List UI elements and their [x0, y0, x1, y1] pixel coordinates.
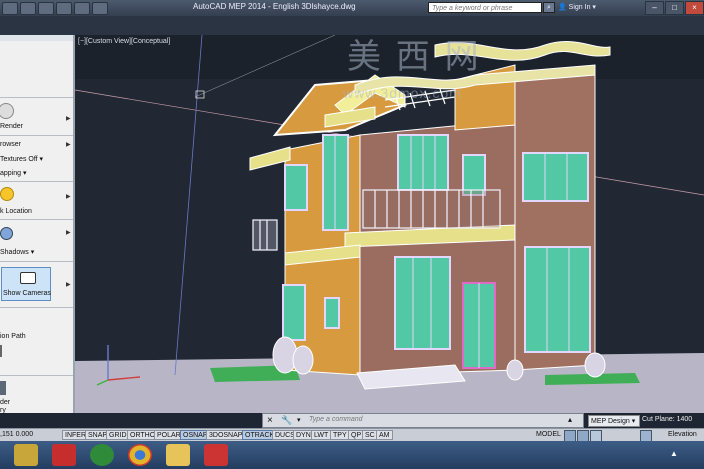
- autocad-icon[interactable]: [52, 444, 76, 466]
- qat-undo-icon[interactable]: [74, 2, 90, 15]
- toggle-lwt[interactable]: LWT: [311, 430, 332, 440]
- close-icon[interactable]: ×: [685, 1, 704, 15]
- chrome-icon[interactable]: [128, 444, 152, 466]
- textures-label: Textures Off: [0, 156, 38, 163]
- qat-open-icon[interactable]: [38, 2, 54, 15]
- light-icon[interactable]: [0, 227, 13, 240]
- folder-icon[interactable]: [166, 444, 190, 466]
- coordinate-readout[interactable]: ,151 0.000: [0, 431, 33, 438]
- close-icon[interactable]: ×: [267, 415, 273, 426]
- pdf-app-icon[interactable]: [204, 444, 228, 466]
- expand-arrow-icon[interactable]: ▶: [66, 229, 71, 236]
- qat-dropdown-icon[interactable]: [92, 2, 108, 15]
- status-bar: ,151 0.000 INFER SNAP GRID ORTHO POLAR O…: [0, 428, 704, 442]
- palette-bottom-label-2[interactable]: ry: [0, 407, 6, 414]
- search-icon[interactable]: ⌕: [543, 2, 555, 13]
- toggle-grid[interactable]: GRID: [106, 430, 130, 440]
- sun-location-label[interactable]: k Location: [0, 208, 32, 215]
- cut-plane-readout[interactable]: Cut Plane: 1400: [642, 416, 692, 423]
- command-input[interactable]: Type a command: [309, 416, 363, 423]
- sign-in-label: Sign In: [568, 4, 591, 11]
- expand-arrow-icon[interactable]: ▶: [66, 281, 71, 288]
- show-cameras-button[interactable]: Show Cameras: [1, 267, 51, 301]
- textures-toggle[interactable]: Textures Off ▾: [0, 155, 43, 163]
- expand-arrow-icon[interactable]: ▶: [66, 141, 71, 148]
- elevation-readout[interactable]: Elevation: [668, 431, 697, 438]
- window-controls: – □ ×: [644, 1, 704, 15]
- watermark-url: www.3dmox.com: [343, 85, 462, 101]
- system-tray[interactable]: ▲: [670, 449, 678, 458]
- mapping-dropdown[interactable]: apping ▾: [0, 169, 27, 177]
- viewport-controls-label[interactable]: [−][Custom View][Conceptual]: [78, 38, 170, 45]
- model-space-button[interactable]: MODEL: [536, 430, 561, 440]
- mapping-label: apping: [0, 170, 22, 177]
- materials-browser-label[interactable]: rowser: [0, 141, 21, 148]
- watermark-text: 美 西 网: [347, 37, 481, 77]
- shadows-dropdown[interactable]: Shadows ▾: [0, 248, 34, 256]
- record-icon[interactable]: [0, 381, 6, 395]
- palette-bottom-label-1[interactable]: der: [0, 399, 10, 406]
- motion-path-icon: [0, 345, 2, 357]
- toggle-tpy[interactable]: TPY: [330, 430, 350, 440]
- search-input[interactable]: Type a keyword or phrase: [428, 2, 542, 13]
- qat-new-icon[interactable]: [20, 2, 36, 15]
- windows-taskbar: ▲: [0, 441, 704, 469]
- palette-header: [0, 35, 73, 41]
- app-menu-icon[interactable]: [2, 2, 18, 15]
- workspace-label: MEP Design: [591, 418, 630, 425]
- render-tool-palette: Render ▶ rowser Textures Off ▾ apping ▾ …: [0, 35, 75, 414]
- expand-arrow-icon[interactable]: ▶: [66, 115, 71, 122]
- workspace-dropdown[interactable]: MEP Design ▾: [588, 415, 640, 427]
- pencil-app-icon[interactable]: [14, 444, 38, 466]
- render-label[interactable]: Render: [0, 123, 23, 130]
- show-cameras-label: Show Cameras: [3, 290, 51, 297]
- toggle-3dosnap[interactable]: 3DOSNAP: [206, 430, 246, 440]
- chevron-up-icon[interactable]: ▴: [568, 415, 572, 424]
- camera-icon: [20, 272, 36, 284]
- wrench-icon[interactable]: 🔧: [281, 415, 292, 426]
- ribbon-strip: [0, 16, 704, 35]
- sign-in-button[interactable]: 👤 Sign In ▾: [558, 2, 628, 13]
- window-title: AutoCAD MEP 2014 - English 3Dlshayce.dwg: [193, 2, 356, 11]
- toggle-am[interactable]: AM: [376, 430, 393, 440]
- axis-line-blue: [174, 35, 203, 376]
- qat-save-icon[interactable]: [56, 2, 72, 15]
- shadows-label: Shadows: [0, 249, 29, 256]
- drawing-viewport[interactable]: [−][Custom View][Conceptual] 美 西 网 www.3…: [75, 35, 704, 413]
- motion-path-label[interactable]: ion Path: [0, 333, 26, 340]
- teapot-icon: [0, 103, 14, 119]
- sun-icon[interactable]: [0, 187, 14, 201]
- minimize-icon[interactable]: –: [645, 1, 664, 15]
- expand-arrow-icon[interactable]: ▶: [66, 193, 71, 200]
- title-bar: AutoCAD MEP 2014 - English 3Dlshayce.dwg…: [0, 0, 704, 16]
- maximize-icon[interactable]: □: [665, 1, 684, 15]
- chevron-down-icon[interactable]: ▾: [297, 416, 301, 424]
- command-line[interactable]: × 🔧 ▾ Type a command ▴: [262, 413, 584, 428]
- utorrent-icon[interactable]: [90, 444, 114, 466]
